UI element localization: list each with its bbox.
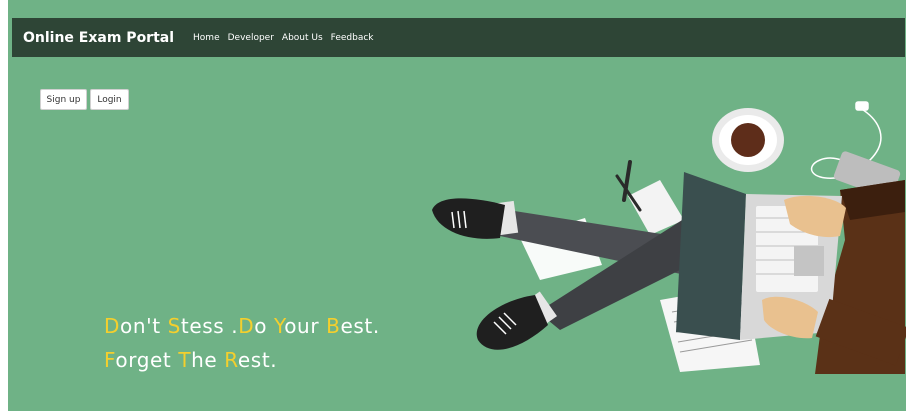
- tagline-highlight-letter: B: [326, 314, 341, 338]
- nav-link-about-us[interactable]: About Us: [282, 33, 323, 43]
- tagline-highlight-letter: D: [238, 314, 255, 338]
- nav-link-home[interactable]: Home: [193, 33, 220, 43]
- tagline-highlight-letter: D: [104, 314, 121, 338]
- navbar: Online Exam Portal Home Developer About …: [12, 18, 905, 57]
- tagline-highlight-letter: Y: [274, 314, 285, 338]
- tagline-line-2: Forget The Rest.: [104, 348, 277, 372]
- tagline-line-1: Don't Stess .Do Your Best.: [104, 314, 380, 338]
- tagline-text: he: [191, 348, 225, 372]
- bottom-strip: [8, 374, 906, 411]
- tagline-text: our: [284, 314, 327, 338]
- tagline-highlight-letter: F: [104, 348, 116, 372]
- tagline-text: orget: [115, 348, 179, 372]
- tagline-text: o: [254, 314, 275, 338]
- tagline-highlight-letter: R: [224, 348, 238, 372]
- tagline-highlight-letter: T: [178, 348, 192, 372]
- login-button[interactable]: Login: [90, 89, 129, 110]
- tagline-highlight-letter: S: [167, 314, 181, 338]
- nav-link-developer[interactable]: Developer: [228, 33, 274, 43]
- signup-button[interactable]: Sign up: [40, 89, 87, 110]
- tagline-text: tess .: [180, 314, 239, 338]
- tagline-text: on't: [120, 314, 168, 338]
- nav-links: Home Developer About Us Feedback: [193, 33, 382, 43]
- tagline-text: est.: [340, 314, 380, 338]
- nav-link-feedback[interactable]: Feedback: [331, 33, 374, 43]
- brand-title[interactable]: Online Exam Portal: [23, 30, 174, 46]
- tagline-text: est.: [237, 348, 278, 372]
